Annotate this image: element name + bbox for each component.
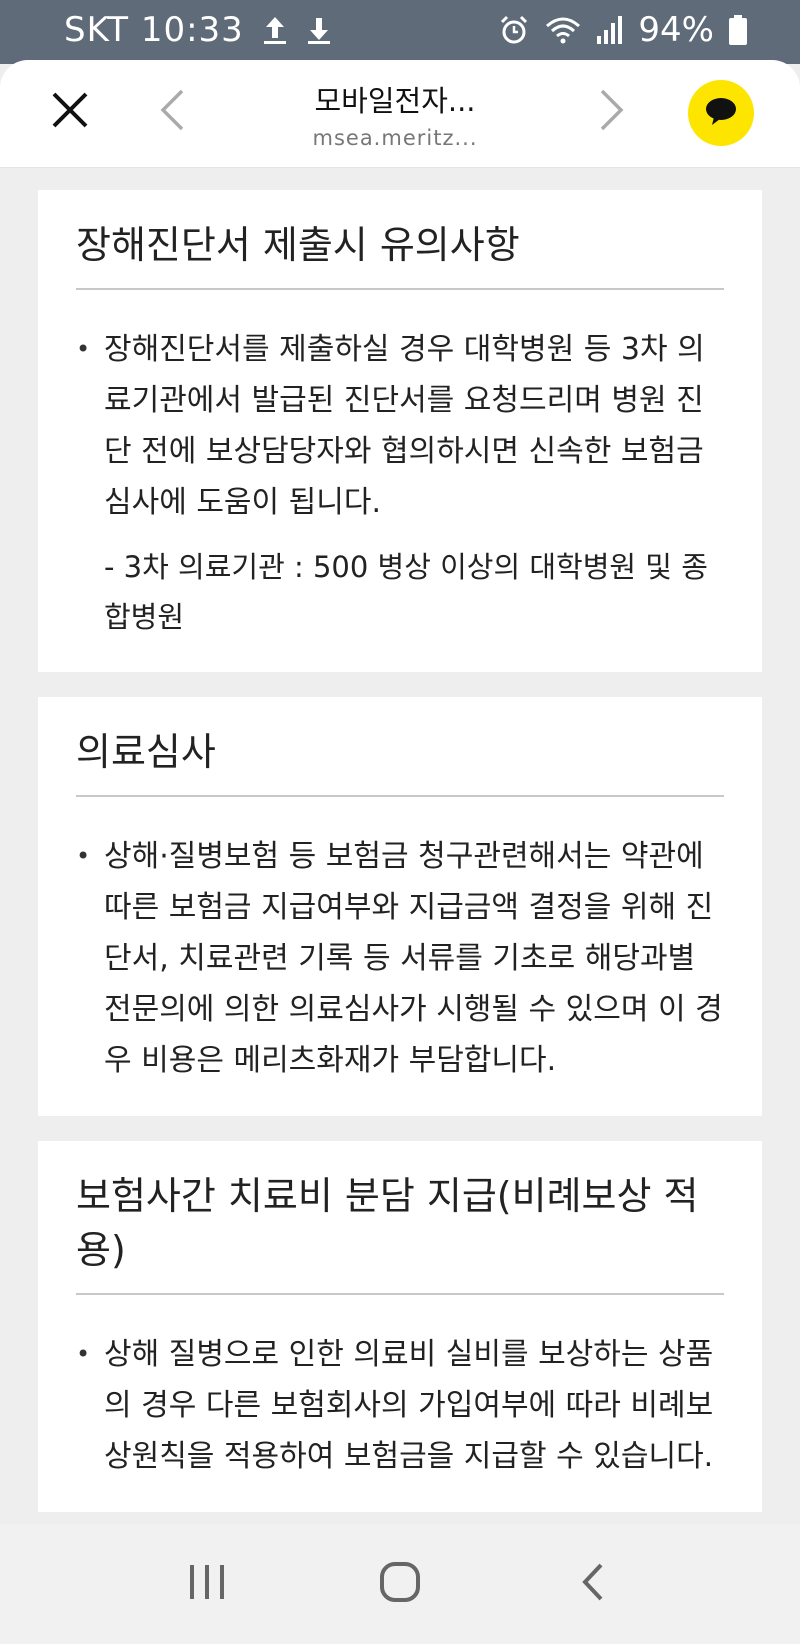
card-body: 장해진단서를 제출하실 경우 대학병원 등 3차 의료기관에서 발급된 진단서를… — [76, 290, 724, 642]
close-button[interactable] — [44, 86, 96, 138]
carrier-time: SKT 10:33 — [64, 10, 244, 50]
card-bullet-text: 상해 질병으로 인한 의료비 실비를 보상하는 상품의 경우 다른 보험회사의 … — [76, 1329, 724, 1482]
system-nav-bar — [0, 1524, 800, 1644]
signal-icon — [596, 14, 624, 46]
download-icon — [306, 14, 332, 46]
alarm-icon — [498, 14, 530, 46]
kakaotalk-icon — [703, 95, 739, 131]
card-title: 의료심사 — [76, 725, 724, 797]
card-bullet-text: 장해진단서를 제출하실 경우 대학병원 등 3차 의료기관에서 발급된 진단서를… — [76, 324, 724, 528]
card-note-text: - 3차 의료기관 : 500 병상 이상의 대학병원 및 종합병원 — [104, 550, 708, 634]
next-button[interactable] — [590, 84, 634, 140]
battery-percent: 94% — [638, 10, 714, 50]
card-proportional-compensation: 보험사간 치료비 분담 지급(비례보상 적용) 상해 질병으로 인한 의료비 실… — [38, 1141, 762, 1512]
page-title: 모바일전자... — [314, 84, 476, 118]
back-button[interactable] — [553, 1544, 633, 1624]
chevron-left-icon — [158, 88, 186, 136]
close-icon — [50, 90, 90, 134]
back-icon — [579, 1561, 607, 1607]
card-title: 장해진단서 제출시 유의사항 — [76, 218, 724, 290]
kakaotalk-button[interactable] — [688, 80, 754, 146]
status-right: 94% — [498, 10, 748, 50]
upload-icon — [262, 14, 288, 46]
browser-header: 모바일전자... msea.meritz... — [0, 60, 800, 168]
card-medical-review: 의료심사 상해·질병보험 등 보험금 청구관련해서는 약관에 따른 보험금 지급… — [38, 697, 762, 1116]
card-disability-certificate: 장해진단서 제출시 유의사항 장해진단서를 제출하실 경우 대학병원 등 3차 … — [38, 190, 762, 672]
battery-icon — [728, 14, 748, 46]
wifi-icon — [544, 14, 582, 46]
page-url: msea.meritz... — [312, 126, 478, 150]
chevron-right-icon — [598, 88, 626, 136]
status-left: SKT 10:33 — [64, 10, 332, 50]
card-title: 보험사간 치료비 분담 지급(비례보상 적용) — [76, 1169, 724, 1295]
card-body: 상해·질병보험 등 보험금 청구관련해서는 약관에 따른 보험금 지급여부와 지… — [76, 797, 724, 1086]
content-area[interactable]: 장해진단서 제출시 유의사항 장해진단서를 제출하실 경우 대학병원 등 3차 … — [38, 190, 762, 1524]
home-button[interactable] — [360, 1544, 440, 1624]
card-body: 상해 질병으로 인한 의료비 실비를 보상하는 상품의 경우 다른 보험회사의 … — [76, 1295, 724, 1482]
card-bullet-text: 상해·질병보험 등 보험금 청구관련해서는 약관에 따른 보험금 지급여부와 지… — [76, 831, 724, 1086]
status-bar: SKT 10:33 94% — [0, 0, 800, 64]
recent-apps-button[interactable] — [167, 1544, 247, 1624]
recent-apps-icon — [187, 1562, 227, 1606]
home-icon — [378, 1560, 422, 1608]
prev-button[interactable] — [150, 84, 194, 140]
